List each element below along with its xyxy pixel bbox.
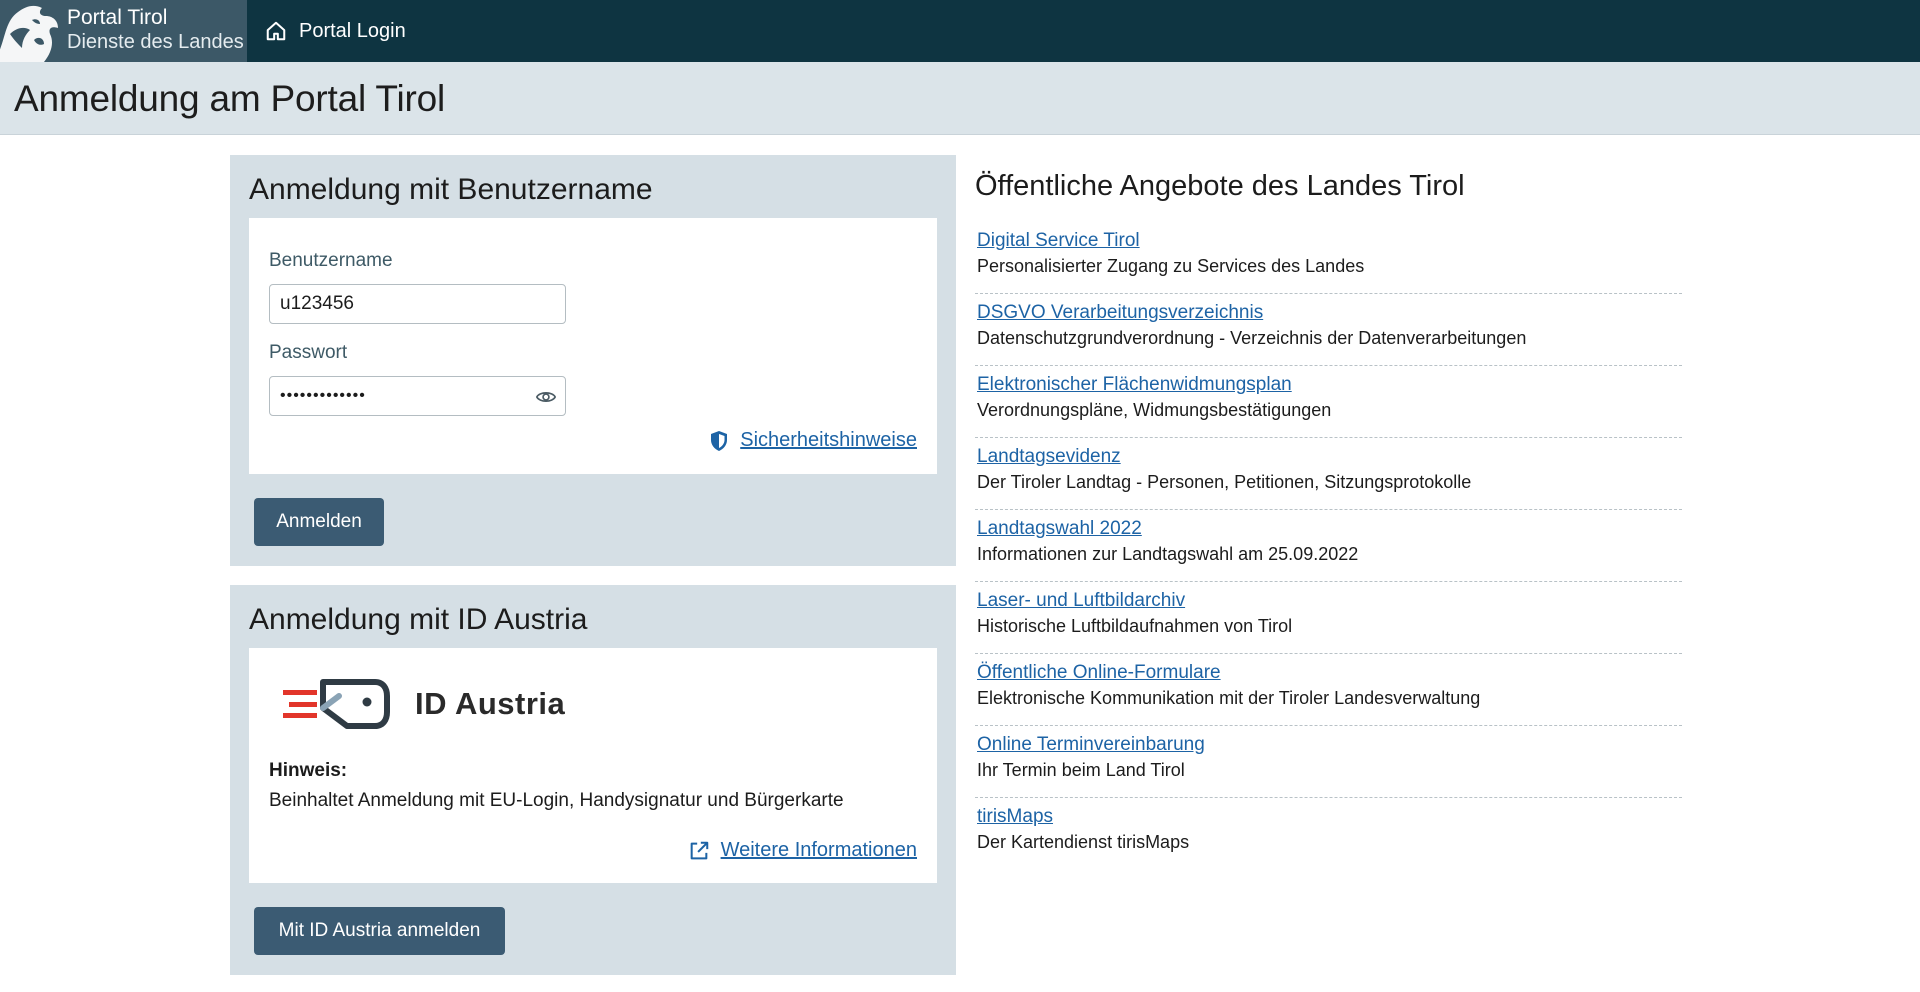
more-info-label: Weitere Informationen (720, 839, 917, 861)
list-item: Öffentliche Online-Formulare Elektronisc… (975, 654, 1682, 726)
offer-link[interactable]: Landtagsevidenz (977, 446, 1682, 471)
offer-description: Personalisierter Zugang zu Services des … (977, 256, 1365, 276)
list-item: Elektronischer Flächenwidmungsplan Veror… (975, 366, 1682, 438)
offer-description: Datenschutzgrundverordnung - Verzeichnis… (977, 328, 1527, 348)
eye-icon[interactable] (535, 386, 557, 408)
login-button[interactable]: Anmelden (254, 498, 384, 546)
offer-link[interactable]: DSGVO Verarbeitungsverzeichnis (977, 302, 1682, 327)
id-austria-login-panel: Anmeldung mit ID Austria ID Austria Hinw… (230, 585, 956, 975)
id-austria-info-box: ID Austria Hinweis: Beinhaltet Anmeldung… (249, 648, 937, 883)
nav-portal-login[interactable]: Portal Login (247, 0, 406, 62)
brand-text: Portal Tirol Dienste des Landes (67, 0, 244, 62)
note-text: Beinhaltet Anmeldung mit EU-Login, Handy… (269, 790, 844, 811)
username-login-form: Benutzername u123456 Passwort ••••••••••… (249, 218, 937, 474)
security-notes-label: Sicherheitshinweise (740, 429, 917, 451)
offer-description: Elektronische Kommunikation mit der Tiro… (977, 688, 1481, 708)
offers-heading: Öffentliche Angebote des Landes Tirol (975, 170, 1465, 202)
list-item: Laser- und Luftbildarchiv Historische Lu… (975, 582, 1682, 654)
nav-portal-login-label: Portal Login (299, 19, 406, 42)
offers-list: Digital Service Tirol Personalisierter Z… (975, 222, 1682, 870)
public-offers-section: Öffentliche Angebote des Landes Tirol Di… (975, 155, 1682, 870)
brand-home-link[interactable]: Portal Tirol Dienste des Landes (0, 0, 247, 62)
list-item: Landtagsevidenz Der Tiroler Landtag - Pe… (975, 438, 1682, 510)
offer-link[interactable]: Laser- und Luftbildarchiv (977, 590, 1682, 615)
brand-title: Portal Tirol (67, 6, 168, 29)
list-item: Landtagswahl 2022 Informationen zur Land… (975, 510, 1682, 582)
offer-link[interactable]: Landtagswahl 2022 (977, 518, 1682, 543)
password-label: Passwort (269, 342, 348, 363)
page-title-band: Anmeldung am Portal Tirol (0, 62, 1920, 135)
offer-link[interactable]: Öffentliche Online-Formulare (977, 662, 1682, 687)
offer-link[interactable]: Digital Service Tirol (977, 230, 1682, 255)
offer-description: Informationen zur Landtagswahl am 25.09.… (977, 544, 1359, 564)
password-input[interactable]: ••••••••••••• (269, 376, 566, 416)
shield-icon (709, 430, 729, 452)
offer-description: Historische Luftbildaufnahmen von Tirol (977, 616, 1293, 636)
password-value: ••••••••••••• (280, 387, 366, 404)
id-austria-logo: ID Austria (283, 678, 917, 730)
list-item: Online Terminvereinbarung Ihr Termin bei… (975, 726, 1682, 798)
more-info-link[interactable]: Weitere Informationen (688, 839, 917, 862)
list-item: DSGVO Verarbeitungsverzeichnis Datenschu… (975, 294, 1682, 366)
external-link-icon (688, 840, 710, 862)
list-item: Digital Service Tirol Personalisierter Z… (975, 222, 1682, 294)
security-notes-link[interactable]: Sicherheitshinweise (709, 429, 917, 452)
username-value: u123456 (280, 293, 354, 314)
offer-link[interactable]: Online Terminvereinbarung (977, 734, 1682, 759)
top-navigation-bar: Portal Tirol Dienste des Landes Portal L… (0, 0, 1920, 62)
brand-subtitle: Dienste des Landes (67, 31, 244, 53)
offer-description: Der Kartendienst tirisMaps (977, 832, 1190, 852)
username-label: Benutzername (269, 250, 393, 271)
id-austria-login-button[interactable]: Mit ID Austria anmelden (254, 907, 505, 955)
offer-link[interactable]: tirisMaps (977, 806, 1682, 831)
offer-description: Verordnungspläne, Widmungsbestätigungen (977, 400, 1332, 420)
list-item: tirisMaps Der Kartendienst tirisMaps (975, 798, 1682, 870)
tirol-eagle-logo-icon (0, 0, 62, 62)
home-icon (265, 20, 287, 42)
id-austria-logo-text: ID Austria (415, 686, 566, 721)
id-austria-key-icon (283, 678, 391, 730)
username-login-panel: Anmeldung mit Benutzername Benutzername … (230, 155, 956, 566)
note-title: Hinweis: (269, 760, 348, 781)
offer-link[interactable]: Elektronischer Flächenwidmungsplan (977, 374, 1682, 399)
username-login-heading: Anmeldung mit Benutzername (249, 173, 653, 206)
offer-description: Der Tiroler Landtag - Personen, Petition… (977, 472, 1472, 492)
username-input[interactable]: u123456 (269, 284, 566, 324)
id-austria-heading: Anmeldung mit ID Austria (249, 603, 588, 636)
page-title: Anmeldung am Portal Tirol (14, 78, 445, 119)
offer-description: Ihr Termin beim Land Tirol (977, 760, 1185, 780)
